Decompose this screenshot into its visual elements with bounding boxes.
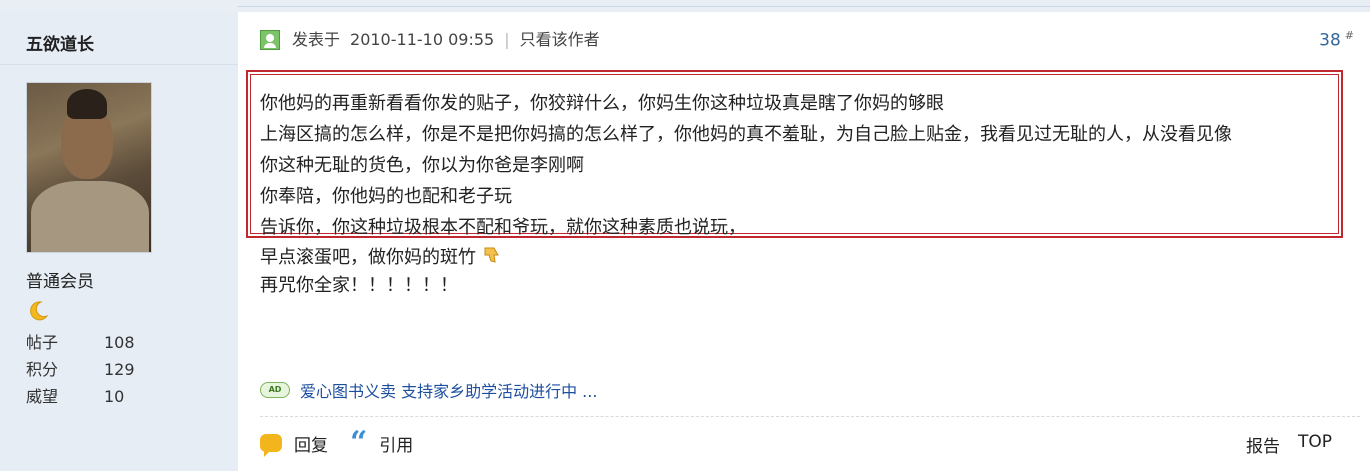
online-status-icon [260,30,280,50]
author-sidebar: 五欲道长 普通会员 帖子 108 积分 129 威望 10 [0,12,238,471]
floor-mark: # [1344,29,1354,42]
reply-button[interactable]: 回复 [260,431,328,457]
user-group: 普通会员 [26,272,94,292]
floor-number[interactable]: 38 # [1319,29,1354,51]
author-name[interactable]: 五欲道长 [26,30,94,55]
stat-points: 积分 129 [26,356,226,383]
avatar[interactable] [26,82,152,253]
stat-value: 129 [104,360,135,379]
reply-label: 回复 [294,435,328,456]
quote-label: 引用 [379,435,414,456]
quote-icon: “ [350,425,368,460]
separator: | [504,30,510,49]
post-content: 你他妈的再重新看看你发的贴子，你狡辩什么，你妈生你这种垃圾真是瞎了你妈的够眼 上… [260,88,1232,243]
post-content-extra: 早点滚蛋吧，做你妈的斑竹 再咒你全家！！！！！！ [260,244,504,300]
author-stats: 帖子 108 积分 129 威望 10 [26,329,226,410]
thumbs-down-icon [484,247,499,263]
report-link[interactable]: 报告 [1246,432,1280,457]
post-header: 发表于 2010-11-10 09:55 | 只看该作者 [260,28,600,52]
avatar-robe [31,181,149,252]
content-line: 你他妈的再重新看看你发的贴子，你狡辩什么，你妈生你这种垃圾真是瞎了你妈的够眼 [260,93,944,114]
content-text: 早点滚蛋吧，做你妈的斑竹 [260,247,476,268]
avatar-face [61,109,113,179]
sidebar-divider [0,64,238,65]
top-divider [238,6,1370,7]
content-line: 告诉你，你这种垃圾根本不配和爷玩，就你这种素质也说玩， [260,217,746,238]
floor-value: 38 [1319,30,1341,51]
stat-prestige: 威望 10 [26,383,226,410]
footer-divider [260,416,1360,417]
content-line: 你这种无耻的货色，你以为你爸是李刚啊 [260,155,584,176]
stat-value: 10 [104,387,125,406]
stat-label: 积分 [26,360,59,379]
stat-posts: 帖子 108 [26,329,226,356]
posted-prefix: 发表于 [292,30,341,49]
stat-label: 帖子 [26,333,59,352]
top-link[interactable]: TOP [1298,432,1332,457]
ad-text[interactable]: 爱心图书义卖 支持家乡助学活动进行中 ... [300,378,597,402]
ad-link[interactable]: AD 爱心图书义卖 支持家乡助学活动进行中 ... [260,378,597,402]
post-right-links: 报告 TOP [1246,432,1332,457]
only-author-link[interactable]: 只看该作者 [520,28,600,52]
quote-button[interactable]: “ 引用 [350,425,414,460]
content-line: 你奉陪，你他妈的也配和老子玩 [260,186,512,207]
content-line: 早点滚蛋吧，做你妈的斑竹 [260,244,504,272]
moon-rank-icon [30,301,49,321]
reply-icon [260,434,282,457]
ad-badge-icon: AD [260,382,290,398]
top-strip [0,0,1370,12]
avatar-hair [67,89,107,119]
stat-value: 108 [104,333,135,352]
post-main: 发表于 2010-11-10 09:55 | 只看该作者 38 # 你他妈的再重新… [238,12,1370,471]
posted-time: 2010-11-10 09:55 [350,30,495,49]
content-line: 再咒你全家！！！！！！ [260,275,458,296]
content-line: 上海区搞的怎么样，你是不是把你妈搞的怎么样了，你他妈的真不羞耻，为自己脸上贴金，… [260,124,1232,145]
post-actions: 回复 “ 引用 [260,425,435,460]
stat-label: 威望 [26,387,59,406]
